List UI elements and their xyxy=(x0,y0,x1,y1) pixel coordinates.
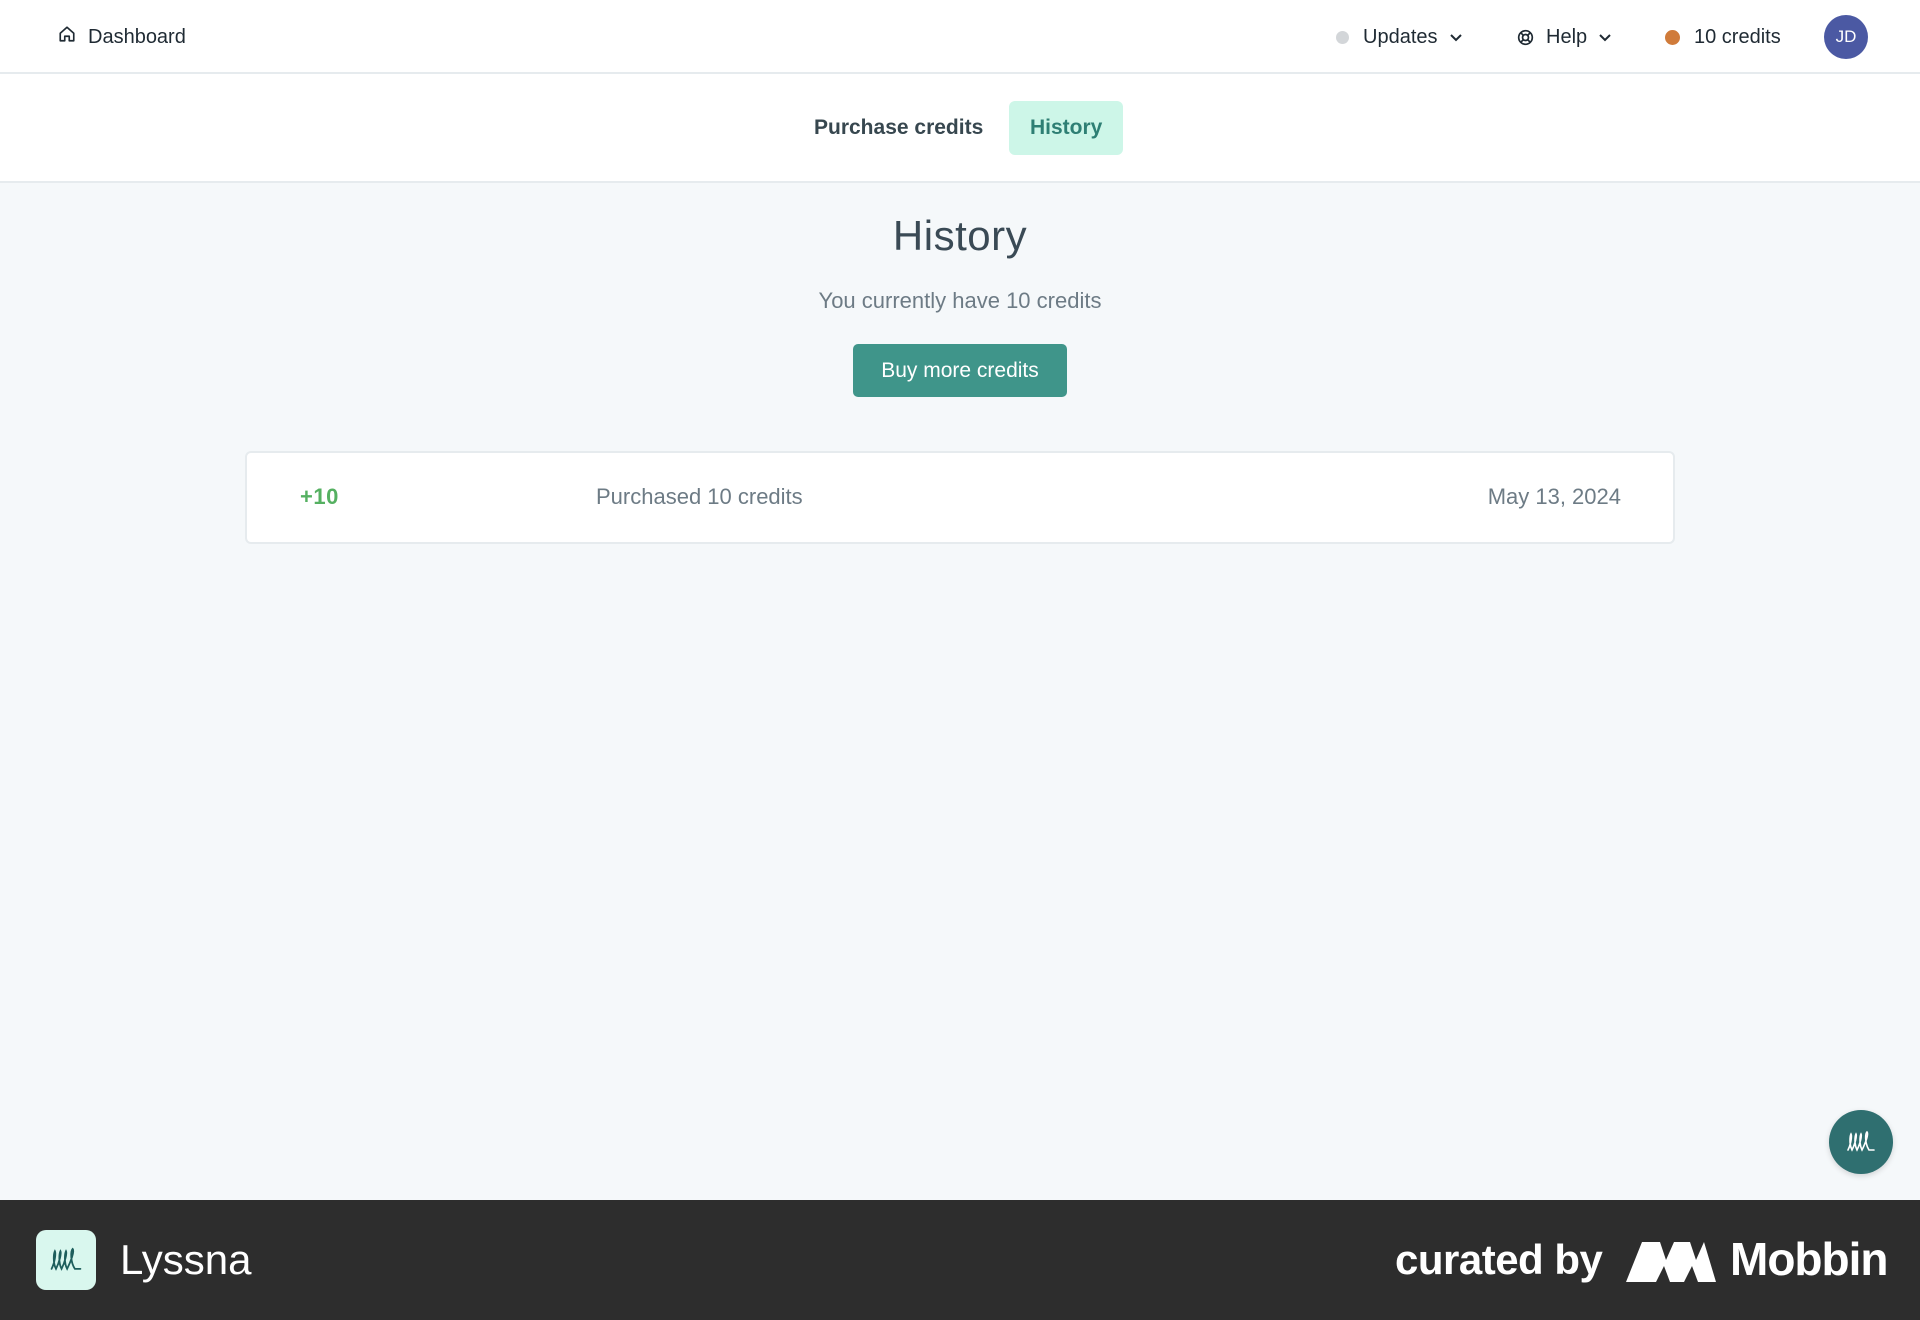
lyssna-logo-icon xyxy=(36,1230,96,1290)
top-navigation-bar: Dashboard Updates Help 10 credits JD xyxy=(0,0,1920,74)
updates-label: Updates xyxy=(1363,25,1438,48)
chat-launcher-button[interactable] xyxy=(1829,1110,1893,1174)
credits-label: 10 credits xyxy=(1694,25,1781,48)
credits-balance[interactable]: 10 credits xyxy=(1665,22,1781,52)
footer-banner: Lyssna curated by Mobbin xyxy=(0,1200,1920,1320)
help-menu[interactable]: Help xyxy=(1517,22,1613,52)
lifebuoy-icon xyxy=(1517,29,1534,45)
updates-menu[interactable]: Updates xyxy=(1336,22,1464,52)
brand-name: Lyssna xyxy=(120,1236,252,1283)
credits-summary: You currently have 10 credits xyxy=(818,288,1102,313)
mobbin-logo-icon xyxy=(1626,1242,1716,1282)
curator-name: Mobbin xyxy=(1730,1233,1888,1285)
help-label: Help xyxy=(1546,25,1588,48)
transaction-date: May 13, 2024 xyxy=(1487,484,1621,509)
transaction-description: Purchased 10 credits xyxy=(596,484,803,509)
tab-purchase-credits[interactable]: Purchase credits xyxy=(793,101,1004,155)
credit-coin-icon xyxy=(1665,29,1680,45)
avatar[interactable]: JD xyxy=(1824,15,1868,59)
status-dot-icon xyxy=(1336,30,1349,44)
chevron-down-icon xyxy=(1599,34,1611,42)
lyssna-chat-icon xyxy=(1847,1130,1875,1152)
dashboard-label: Dashboard xyxy=(88,25,186,48)
buy-more-credits-button[interactable]: Buy more credits xyxy=(853,344,1067,397)
tab-history[interactable]: History xyxy=(1009,101,1124,155)
home-icon xyxy=(58,25,76,49)
history-list: +10 Purchased 10 credits May 13, 2024 xyxy=(245,451,1675,544)
dashboard-link[interactable]: Dashboard xyxy=(58,22,186,52)
credit-amount: +10 xyxy=(300,484,339,509)
chevron-down-icon xyxy=(1449,34,1462,42)
curated-by-label: curated by xyxy=(1395,1236,1603,1283)
tab-bar: Purchase credits History xyxy=(0,74,1920,183)
page-title: History xyxy=(892,212,1028,259)
